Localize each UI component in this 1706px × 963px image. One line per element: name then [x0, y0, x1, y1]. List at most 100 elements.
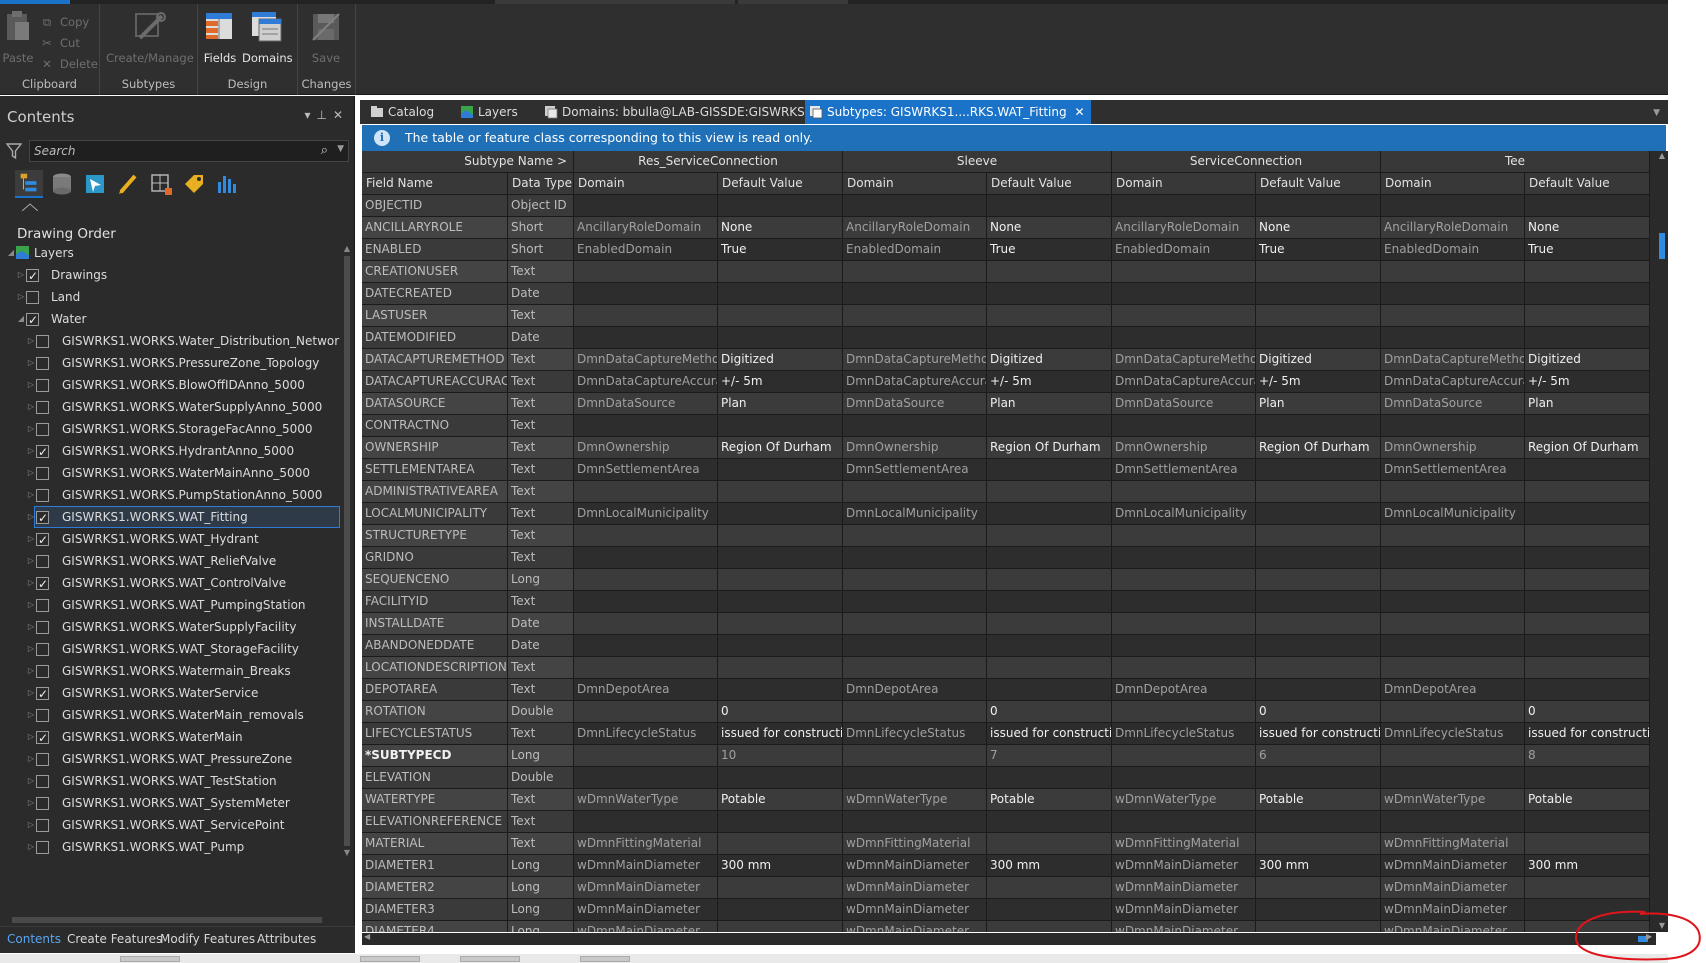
list-by-labeling-icon[interactable]: [180, 170, 208, 198]
domain-cell[interactable]: [1381, 745, 1525, 767]
default-value-cell[interactable]: [1256, 657, 1381, 679]
domain-cell[interactable]: [1112, 547, 1256, 569]
taskbar-segment[interactable]: [460, 956, 520, 962]
pane-options-icon[interactable]: ▾: [304, 108, 316, 122]
domain-cell[interactable]: DmnLifecycleStatus: [1112, 723, 1256, 745]
default-value-cell[interactable]: [718, 327, 843, 349]
taskbar-segment[interactable]: [580, 956, 630, 962]
domain-cell[interactable]: wDmnMainDiameter: [1112, 921, 1256, 932]
domain-cell[interactable]: [1381, 657, 1525, 679]
domain-cell[interactable]: [843, 613, 987, 635]
default-value-cell[interactable]: 300 mm: [718, 855, 843, 877]
contents-scroll-thumb[interactable]: [344, 256, 350, 846]
domain-cell[interactable]: EnabledDomain: [574, 239, 718, 261]
column-header-domain[interactable]: Domain: [1112, 173, 1256, 195]
subtype-header[interactable]: Tee: [1381, 151, 1650, 173]
domain-cell[interactable]: [1112, 657, 1256, 679]
visibility-checkbox[interactable]: [36, 775, 49, 788]
list-by-selection-icon[interactable]: [81, 170, 109, 198]
default-value-cell[interactable]: [718, 195, 843, 217]
layer-tree-item[interactable]: ▷ Land: [0, 286, 340, 308]
column-header-data-type[interactable]: Data Type: [508, 173, 574, 195]
domain-cell[interactable]: [843, 481, 987, 503]
visibility-checkbox[interactable]: [36, 401, 49, 414]
default-value-cell[interactable]: [987, 833, 1112, 855]
domain-cell[interactable]: DmnDepotArea: [1381, 679, 1525, 701]
domain-cell[interactable]: [574, 613, 718, 635]
contents-horizontal-scrollbar[interactable]: [0, 914, 342, 926]
domain-cell[interactable]: DmnDataCaptureAccuracy: [1381, 371, 1525, 393]
default-value-cell[interactable]: True: [987, 239, 1112, 261]
domain-cell[interactable]: wDmnMainDiameter: [1112, 877, 1256, 899]
domain-cell[interactable]: AncillaryRoleDomain: [843, 217, 987, 239]
domain-cell[interactable]: [1112, 305, 1256, 327]
default-value-cell[interactable]: 7: [987, 745, 1112, 767]
layer-tree-item[interactable]: ▷ GISWRKS1.WORKS.WAT_SystemMeter: [0, 792, 340, 814]
domain-cell[interactable]: DmnDataSource: [1112, 393, 1256, 415]
default-value-cell[interactable]: [1256, 503, 1381, 525]
default-value-cell[interactable]: [1256, 635, 1381, 657]
domain-cell[interactable]: [1381, 195, 1525, 217]
default-value-cell[interactable]: [718, 767, 843, 789]
default-value-cell[interactable]: 0: [987, 701, 1112, 723]
default-value-cell[interactable]: [987, 657, 1112, 679]
expand-arrow-icon[interactable]: ▷: [26, 836, 36, 858]
domain-cell[interactable]: DmnLifecycleStatus: [574, 723, 718, 745]
grid-scroll-left-icon[interactable]: ◀: [364, 932, 370, 941]
domain-cell[interactable]: [1112, 811, 1256, 833]
domain-cell[interactable]: [1112, 195, 1256, 217]
default-value-cell[interactable]: [987, 305, 1112, 327]
grid-vertical-scrollbar[interactable]: ▲ ▼: [1656, 151, 1668, 932]
layer-tree-item[interactable]: ▷ GISWRKS1.WORKS.WAT_Hydrant: [0, 528, 340, 551]
layer-tree-item[interactable]: ▷ GISWRKS1.WORKS.WAT_StorageFacility: [0, 638, 340, 660]
default-value-cell[interactable]: True: [1525, 239, 1650, 261]
domain-cell[interactable]: DmnDataCaptureAccuracy: [843, 371, 987, 393]
default-value-cell[interactable]: [718, 591, 843, 613]
column-header-default-value[interactable]: Default Value: [718, 173, 843, 195]
default-value-cell[interactable]: [1525, 679, 1650, 701]
default-value-cell[interactable]: [987, 547, 1112, 569]
domain-cell[interactable]: [1381, 701, 1525, 723]
default-value-cell[interactable]: 10: [718, 745, 843, 767]
default-value-cell[interactable]: [1525, 283, 1650, 305]
expand-arrow-icon[interactable]: ▷: [16, 286, 26, 308]
layer-tree-item[interactable]: ▷ GISWRKS1.WORKS.WAT_PumpingStation: [0, 594, 340, 616]
list-by-editing-icon[interactable]: [114, 170, 142, 198]
default-value-cell[interactable]: [1525, 525, 1650, 547]
default-value-cell[interactable]: [1525, 877, 1650, 899]
domain-cell[interactable]: [574, 327, 718, 349]
default-value-cell[interactable]: issued for construction: [987, 723, 1112, 745]
default-value-cell[interactable]: None: [1256, 217, 1381, 239]
domain-cell[interactable]: [574, 635, 718, 657]
default-value-cell[interactable]: [987, 525, 1112, 547]
visibility-checkbox[interactable]: [36, 507, 49, 529]
column-header-default-value[interactable]: Default Value: [1525, 173, 1650, 195]
grid-scroll-up-icon[interactable]: ▲: [1656, 151, 1668, 160]
default-value-cell[interactable]: [1525, 811, 1650, 833]
default-value-cell[interactable]: [987, 877, 1112, 899]
default-value-cell[interactable]: [1256, 569, 1381, 591]
domain-cell[interactable]: DmnSettlementArea: [843, 459, 987, 481]
domain-cell[interactable]: AncillaryRoleDomain: [1381, 217, 1525, 239]
domain-cell[interactable]: DmnLifecycleStatus: [843, 723, 987, 745]
default-value-cell[interactable]: issued for construction: [718, 723, 843, 745]
domain-cell[interactable]: [1381, 261, 1525, 283]
default-value-cell[interactable]: [1525, 415, 1650, 437]
domain-cell[interactable]: [843, 811, 987, 833]
domain-cell[interactable]: [1381, 327, 1525, 349]
default-value-cell[interactable]: [987, 569, 1112, 591]
domain-cell[interactable]: [843, 525, 987, 547]
domain-cell[interactable]: DmnLocalMunicipality: [843, 503, 987, 525]
column-header-field-name[interactable]: Field Name: [362, 173, 508, 195]
domain-cell[interactable]: wDmnMainDiameter: [574, 855, 718, 877]
default-value-cell[interactable]: [1525, 657, 1650, 679]
domain-cell[interactable]: wDmnMainDiameter: [1112, 855, 1256, 877]
layer-tree-item[interactable]: ▷ GISWRKS1.WORKS.PumpStationAnno_5000: [0, 484, 340, 506]
default-value-cell[interactable]: 300 mm: [1525, 855, 1650, 877]
domain-cell[interactable]: DmnLocalMunicipality: [1381, 503, 1525, 525]
pane-tab-contents[interactable]: Contents: [7, 932, 61, 946]
expand-arrow-icon[interactable]: ▷: [26, 616, 36, 638]
domain-cell[interactable]: [843, 305, 987, 327]
domain-cell[interactable]: wDmnMainDiameter: [1381, 855, 1525, 877]
layer-tree-item[interactable]: ▷ GISWRKS1.WORKS.Water_Distribution_Netwo…: [0, 330, 340, 352]
